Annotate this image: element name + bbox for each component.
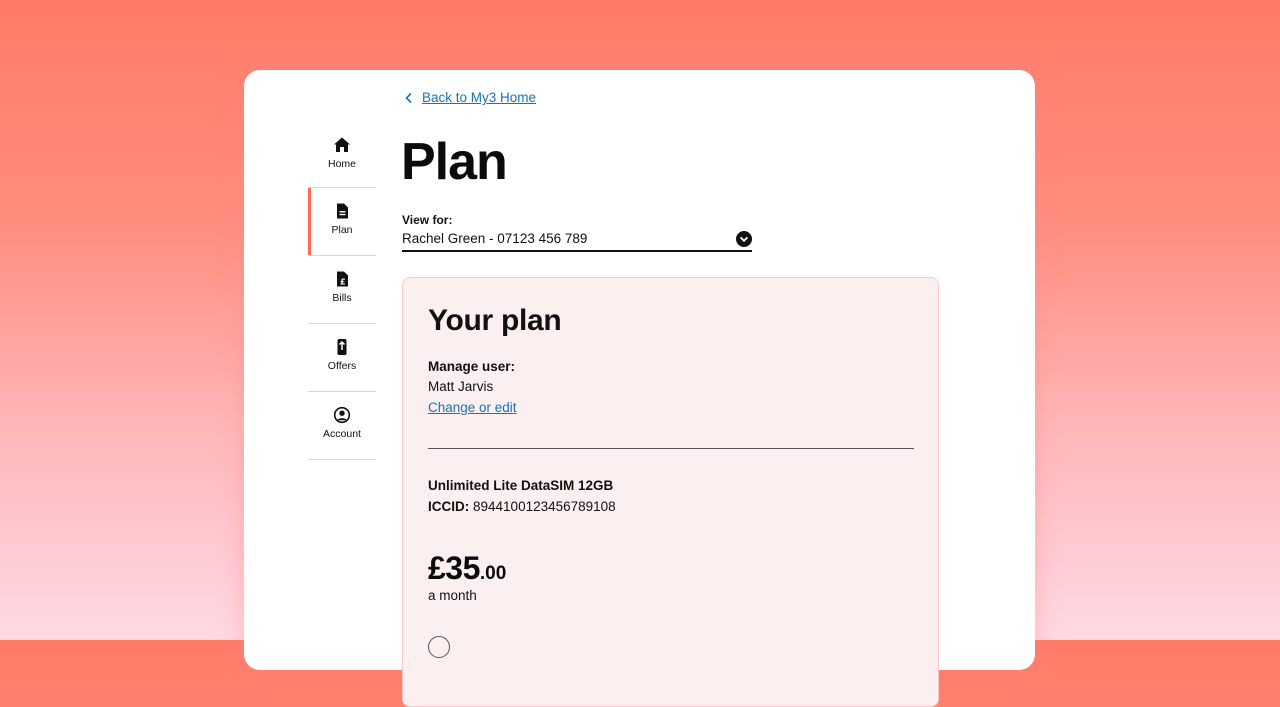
sidebar-item-label: Account xyxy=(323,428,361,440)
back-link[interactable]: Back to My3 Home xyxy=(404,90,536,105)
partial-circle-icon xyxy=(428,636,450,658)
divider xyxy=(428,448,914,449)
price-major: £35 xyxy=(428,550,480,586)
sidebar-nav: Home Plan £ Bills Offers Account xyxy=(308,122,376,460)
sidebar-item-offers[interactable]: Offers xyxy=(308,324,376,392)
view-for-label: View for: xyxy=(402,213,453,227)
sidebar-item-label: Home xyxy=(327,158,356,170)
user-select-value: Rachel Green - 07123 456 789 xyxy=(402,231,588,246)
sidebar-item-bills[interactable]: £ Bills xyxy=(308,256,376,324)
price-period: a month xyxy=(428,588,477,603)
back-link-label[interactable]: Back to My3 Home xyxy=(422,90,536,105)
plan-card-title: Your plan xyxy=(428,304,562,337)
user-select[interactable]: Rachel Green - 07123 456 789 xyxy=(402,230,752,252)
account-icon xyxy=(333,406,351,424)
iccid-label: ICCID: xyxy=(428,499,470,514)
chevron-down-icon xyxy=(736,231,752,247)
price-minor: .00 xyxy=(479,563,507,584)
offers-phone-icon xyxy=(337,339,347,355)
sidebar-item-label: Bills xyxy=(332,292,352,304)
manage-user-label: Manage user: xyxy=(428,359,516,374)
main-card: Home Plan £ Bills Offers Account Back to… xyxy=(244,70,1035,707)
plan-card: Your plan Manage user: Matt Jarvis Chang… xyxy=(402,277,939,707)
sidebar-item-plan[interactable]: Plan xyxy=(308,188,376,256)
plan-name: Unlimited Lite DataSIM 12GB xyxy=(428,478,614,493)
home-icon xyxy=(334,137,350,152)
svg-text:£: £ xyxy=(340,278,346,287)
bill-icon: £ xyxy=(337,271,348,287)
sidebar-item-account[interactable]: Account xyxy=(308,392,376,460)
iccid-line: ICCID: 8944100123456789108 xyxy=(428,499,616,514)
price: £35.00 xyxy=(428,550,506,587)
sim-document-icon xyxy=(337,203,348,219)
page-title: Plan xyxy=(401,133,508,191)
sidebar-item-home[interactable]: Home xyxy=(308,122,376,188)
iccid-value: 8944100123456789108 xyxy=(473,499,616,514)
sidebar-item-label: Plan xyxy=(331,224,353,236)
change-or-edit-link[interactable]: Change or edit xyxy=(428,400,517,415)
manage-user-name: Matt Jarvis xyxy=(428,379,494,394)
chevron-left-icon xyxy=(405,92,412,103)
sidebar-item-label: Offers xyxy=(327,360,357,372)
